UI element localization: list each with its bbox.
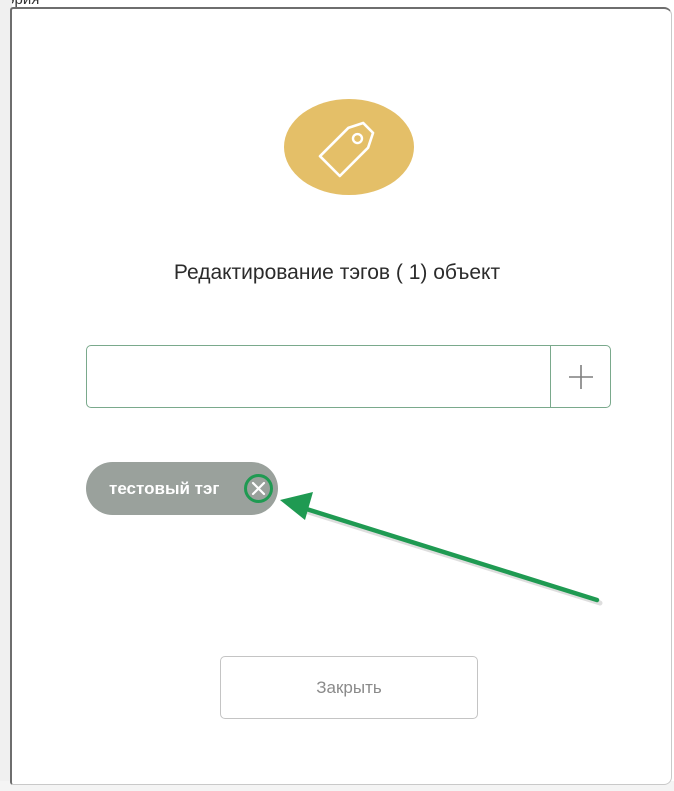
tag-input-group <box>86 345 611 408</box>
dialog-header-icon <box>284 99 414 195</box>
close-button[interactable]: Закрыть <box>220 656 478 719</box>
plus-icon <box>568 364 593 389</box>
tag-input[interactable] <box>87 346 550 407</box>
tag-icon <box>318 121 375 178</box>
screenshot-stage: тэрия Редактирование тэгов ( 1) объект т… <box>0 0 674 791</box>
add-tag-button[interactable] <box>550 346 610 407</box>
close-circle-icon <box>244 474 273 503</box>
tag-chip-label: тестовый тэг <box>109 479 220 498</box>
tag-remove-button[interactable] <box>243 473 274 504</box>
dialog-title: Редактирование тэгов ( 1) объект <box>173 261 501 284</box>
tag-chip: тестовый тэг <box>86 462 278 515</box>
